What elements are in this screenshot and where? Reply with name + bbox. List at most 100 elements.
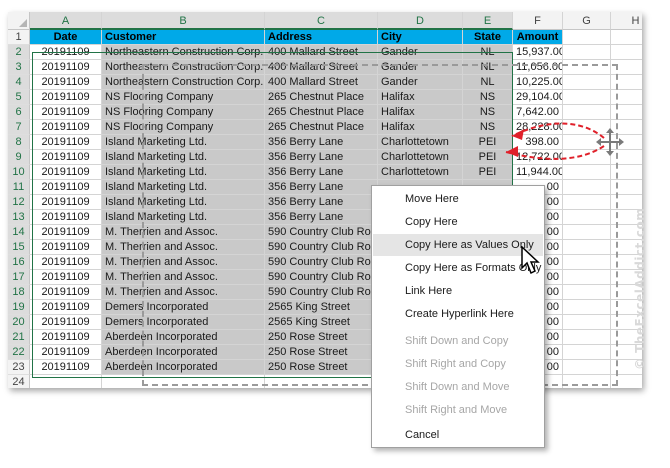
- cell-e5[interactable]: NS: [463, 90, 513, 105]
- row-header-18[interactable]: 18: [8, 285, 30, 300]
- cell-b16[interactable]: M. Therrien and Assoc.: [102, 255, 265, 270]
- cell-h9[interactable]: [611, 150, 642, 165]
- cell-d6[interactable]: Halifax: [378, 105, 463, 120]
- menu-item-copy-here[interactable]: Copy Here: [373, 211, 543, 233]
- cell-h7[interactable]: [611, 120, 642, 135]
- cell-d9[interactable]: Charlottetown: [378, 150, 463, 165]
- column-header-a[interactable]: A: [30, 12, 102, 30]
- cell-c7[interactable]: 265 Chestnut Place: [265, 120, 378, 135]
- cell-d3[interactable]: Gander: [378, 60, 463, 75]
- cell-b18[interactable]: M. Therrien and Assoc.: [102, 285, 265, 300]
- cell-a7[interactable]: 20191109: [30, 120, 102, 135]
- row-header-23[interactable]: 23: [8, 360, 30, 375]
- cell-h11[interactable]: [611, 180, 642, 195]
- row-header-21[interactable]: 21: [8, 330, 30, 345]
- column-header-h[interactable]: H: [611, 12, 642, 30]
- cell-g5[interactable]: [563, 90, 611, 105]
- cell-g13[interactable]: [563, 210, 611, 225]
- cell-c9[interactable]: 356 Berry Lane: [265, 150, 378, 165]
- row-header-13[interactable]: 13: [8, 210, 30, 225]
- column-header-g[interactable]: G: [563, 12, 611, 30]
- cell-a12[interactable]: 20191109: [30, 195, 102, 210]
- cell-b7[interactable]: NS Flooring Company: [102, 120, 265, 135]
- cell-a21[interactable]: 20191109: [30, 330, 102, 345]
- spreadsheet[interactable]: ABCDEFGH 1 Date Customer Address City State Am…: [8, 12, 642, 388]
- cell-c14[interactable]: 590 Country Club Road: [265, 225, 378, 240]
- cell-a1[interactable]: Date: [30, 30, 102, 45]
- cell-f6[interactable]: 7,642.00: [513, 105, 563, 120]
- cell-f4[interactable]: 10,225.00: [513, 75, 563, 90]
- cell-a19[interactable]: 20191109: [30, 300, 102, 315]
- cell-c6[interactable]: 265 Chestnut Place: [265, 105, 378, 120]
- cell-f7[interactable]: 28,228.00: [513, 120, 563, 135]
- cell-g24[interactable]: [563, 375, 611, 388]
- row-header-3[interactable]: 3: [8, 60, 30, 75]
- row-header-22[interactable]: 22: [8, 345, 30, 360]
- cell-f9[interactable]: 12,722.00: [513, 150, 563, 165]
- cell-e4[interactable]: NL: [463, 75, 513, 90]
- menu-item-copy-here-as-values-only[interactable]: Copy Here as Values Only: [373, 234, 543, 256]
- cell-d2[interactable]: Gander: [378, 45, 463, 60]
- cell-e6[interactable]: NS: [463, 105, 513, 120]
- cell-h1[interactable]: [611, 30, 642, 45]
- cell-a3[interactable]: 20191109: [30, 60, 102, 75]
- cell-e2[interactable]: NL: [463, 45, 513, 60]
- cell-f5[interactable]: 29,104.00: [513, 90, 563, 105]
- cell-g14[interactable]: [563, 225, 611, 240]
- cell-e7[interactable]: NS: [463, 120, 513, 135]
- menu-item-link-here[interactable]: Link Here: [373, 280, 543, 302]
- cell-g6[interactable]: [563, 105, 611, 120]
- cell-g18[interactable]: [563, 285, 611, 300]
- column-header-b[interactable]: B: [102, 12, 265, 30]
- menu-item-move-here[interactable]: Move Here: [373, 188, 543, 210]
- cell-f2[interactable]: 15,937.00: [513, 45, 563, 60]
- cell-h10[interactable]: [611, 165, 642, 180]
- cell-g20[interactable]: [563, 315, 611, 330]
- cell-c10[interactable]: 356 Berry Lane: [265, 165, 378, 180]
- cell-d8[interactable]: Charlottetown: [378, 135, 463, 150]
- cell-c19[interactable]: 2565 King Street: [265, 300, 378, 315]
- cell-a5[interactable]: 20191109: [30, 90, 102, 105]
- cell-e1[interactable]: State: [463, 30, 513, 45]
- cell-c18[interactable]: 590 Country Club Road: [265, 285, 378, 300]
- cell-h4[interactable]: [611, 75, 642, 90]
- cell-h3[interactable]: [611, 60, 642, 75]
- cell-e8[interactable]: PEI: [463, 135, 513, 150]
- row-header-9[interactable]: 9: [8, 150, 30, 165]
- cell-h8[interactable]: [611, 135, 642, 150]
- cell-d7[interactable]: Halifax: [378, 120, 463, 135]
- cell-a18[interactable]: 20191109: [30, 285, 102, 300]
- cell-f3[interactable]: 11,056.00: [513, 60, 563, 75]
- cell-b5[interactable]: NS Flooring Company: [102, 90, 265, 105]
- menu-item-create-hyperlink-here[interactable]: Create Hyperlink Here: [373, 303, 543, 325]
- cell-b23[interactable]: Aberdeen Incorporated: [102, 360, 265, 375]
- cell-b14[interactable]: M. Therrien and Assoc.: [102, 225, 265, 240]
- cell-a2[interactable]: 20191109: [30, 45, 102, 60]
- cell-a15[interactable]: 20191109: [30, 240, 102, 255]
- cell-f8[interactable]: 398.00: [513, 135, 563, 150]
- cell-a22[interactable]: 20191109: [30, 345, 102, 360]
- cell-a23[interactable]: 20191109: [30, 360, 102, 375]
- cell-g2[interactable]: [563, 45, 611, 60]
- cell-a11[interactable]: 20191109: [30, 180, 102, 195]
- cell-c5[interactable]: 265 Chestnut Place: [265, 90, 378, 105]
- row-header-1[interactable]: 1: [8, 30, 30, 45]
- cell-c1[interactable]: Address: [265, 30, 378, 45]
- cell-c17[interactable]: 590 Country Club Road: [265, 270, 378, 285]
- cell-b11[interactable]: Island Marketing Ltd.: [102, 180, 265, 195]
- cell-h24[interactable]: [611, 375, 642, 388]
- cell-g17[interactable]: [563, 270, 611, 285]
- row-header-8[interactable]: 8: [8, 135, 30, 150]
- cell-d5[interactable]: Halifax: [378, 90, 463, 105]
- cell-a24[interactable]: [30, 375, 102, 388]
- context-menu[interactable]: Move Here Copy Here Copy Here as Values On…: [371, 185, 545, 448]
- cell-g9[interactable]: [563, 150, 611, 165]
- cell-g10[interactable]: [563, 165, 611, 180]
- menu-item-copy-here-as-formats-only[interactable]: Copy Here as Formats Only: [373, 257, 543, 279]
- cell-h2[interactable]: [611, 45, 642, 60]
- cell-c16[interactable]: 590 Country Club Road: [265, 255, 378, 270]
- cell-d4[interactable]: Gander: [378, 75, 463, 90]
- row-header-16[interactable]: 16: [8, 255, 30, 270]
- cell-a20[interactable]: 20191109: [30, 315, 102, 330]
- cell-g4[interactable]: [563, 75, 611, 90]
